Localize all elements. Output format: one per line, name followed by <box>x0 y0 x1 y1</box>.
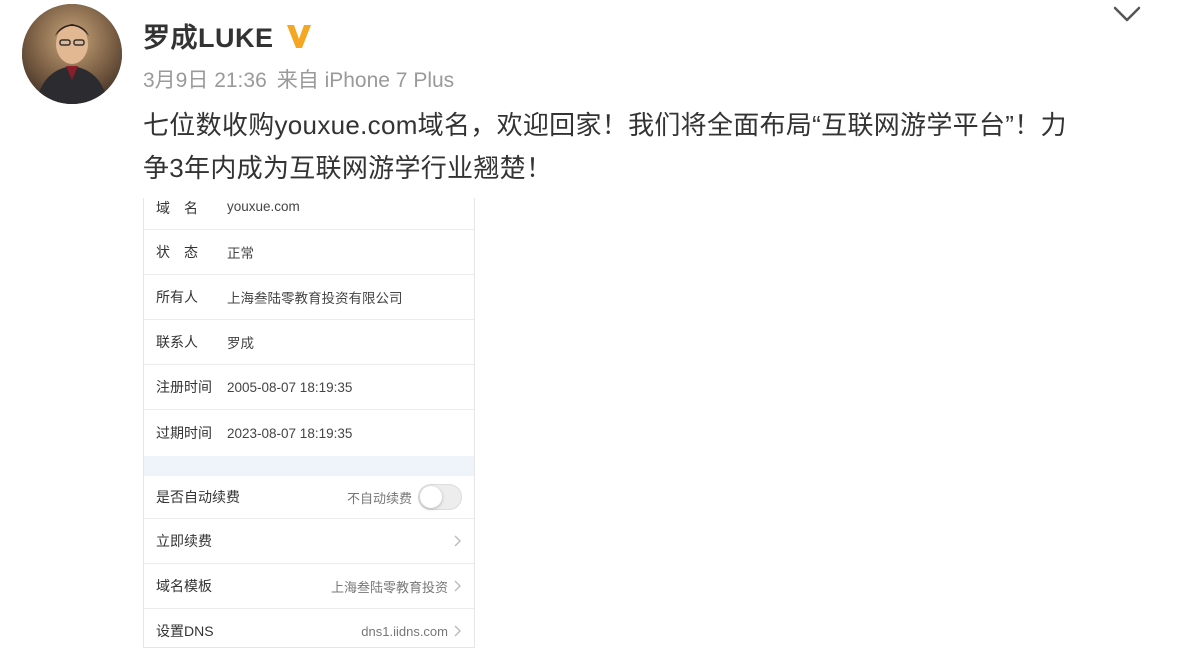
post-text-line: 争3年内成为互联网游学行业翘楚！ <box>143 153 553 183</box>
dns-action: dns1.iidns.com <box>361 624 462 639</box>
chevron-right-icon <box>454 580 461 592</box>
template-action: 上海叁陆零教育投资 <box>331 577 462 596</box>
auto-renew-status: 不自动续费 <box>346 490 412 506</box>
info-label: 注册时间 <box>156 379 212 395</box>
chevron-right-icon <box>454 625 461 637</box>
post-meta: 3月9日 21:36 来自 iPhone 7 Plus <box>143 64 454 94</box>
info-row-owner: 所有人 上海叁陆零教育投资有限公司 <box>144 275 474 319</box>
info-label: 过期时间 <box>156 425 212 441</box>
dns-row[interactable]: 设置DNS dns1.iidns.com <box>144 609 474 647</box>
info-label: 所有人 <box>156 289 198 305</box>
author-row: 罗成LUKE <box>143 16 314 55</box>
info-label: 联系人 <box>156 334 198 350</box>
renew-now-action <box>454 535 462 547</box>
info-value: 2023-08-07 18:19:35 <box>227 425 353 441</box>
renew-now-row[interactable]: 立即续费 <box>144 519 474 563</box>
info-row-expires: 过期时间 2023-08-07 18:19:35 <box>144 410 474 456</box>
toggle-knob <box>420 486 442 508</box>
chevron-down-icon[interactable] <box>1112 2 1142 26</box>
info-row-status: 状 态 正常 <box>144 230 474 274</box>
auto-renew-label: 是否自动续费 <box>156 489 240 505</box>
info-value: 正常 <box>227 246 254 261</box>
verified-icon <box>284 21 314 51</box>
chevron-right-icon <box>454 535 461 547</box>
section-separator <box>144 456 474 476</box>
auto-renew-control: 不自动续费 <box>347 484 462 510</box>
weibo-post: 罗成LUKE 3月9日 21:36 来自 iPhone 7 Plus 七位数收购… <box>0 0 1180 666</box>
post-timestamp[interactable]: 3月9日 21:36 <box>143 64 267 94</box>
post-text: 七位数收购youxue.com域名，欢迎回家！我们将全面布局“互联网游学平台”！… <box>143 104 1133 190</box>
info-value: youxue.com <box>227 199 300 214</box>
info-value: 2005-08-07 18:19:35 <box>227 379 353 395</box>
info-value: 上海叁陆零教育投资有限公司 <box>227 291 403 306</box>
author-name[interactable]: 罗成LUKE <box>143 16 274 55</box>
dns-value: dns1.iidns.com <box>361 623 448 639</box>
dns-label: 设置DNS <box>156 623 214 639</box>
info-label: 域 名 <box>156 200 198 216</box>
renew-now-label: 立即续费 <box>156 533 212 549</box>
attached-image[interactable]: 域 名 youxue.com 状 态 正常 所有人 上海叁陆零教育投资有限公司 … <box>143 198 475 648</box>
post-text-line: 七位数收购youxue.com域名，欢迎回家！我们将全面布局“互联网游学平台”！… <box>143 110 1067 140</box>
template-label: 域名模板 <box>156 578 212 594</box>
avatar[interactable] <box>22 4 122 104</box>
info-label: 状 态 <box>156 244 198 260</box>
post-source: 来自 iPhone 7 Plus <box>276 69 455 92</box>
info-value: 罗成 <box>227 336 254 351</box>
template-row[interactable]: 域名模板 上海叁陆零教育投资 <box>144 564 474 608</box>
auto-renew-toggle[interactable] <box>418 484 462 510</box>
info-row-registered: 注册时间 2005-08-07 18:19:35 <box>144 365 474 409</box>
info-row-contact: 联系人 罗成 <box>144 320 474 364</box>
template-value: 上海叁陆零教育投资 <box>330 579 448 595</box>
auto-renew-row[interactable]: 是否自动续费 不自动续费 <box>144 476 474 518</box>
info-row-domain: 域 名 youxue.com <box>144 198 474 220</box>
